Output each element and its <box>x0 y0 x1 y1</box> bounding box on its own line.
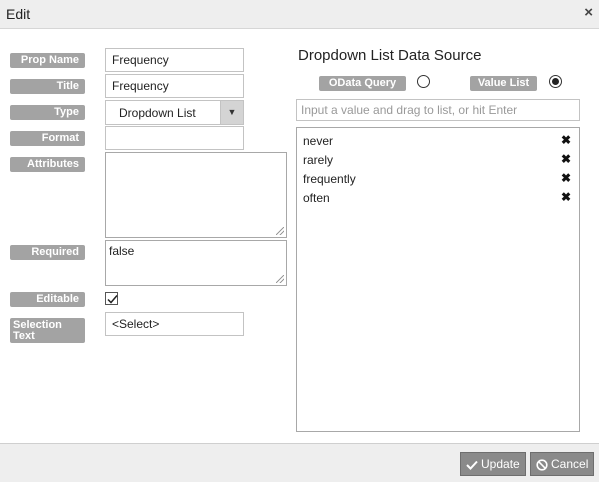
type-label: Type <box>10 105 85 120</box>
type-dropdown[interactable]: Dropdown List ▼ <box>105 100 244 125</box>
prop-name-label: Prop Name <box>10 53 85 68</box>
dialog-titlebar: Edit × <box>0 0 599 29</box>
value-list-radio[interactable] <box>549 75 562 88</box>
required-label: Required <box>10 245 85 260</box>
odata-query-radio[interactable] <box>417 75 430 88</box>
required-value: false <box>109 244 135 258</box>
required-textarea[interactable]: false <box>105 240 287 286</box>
selection-text-input[interactable] <box>105 312 244 336</box>
resize-grip-icon[interactable] <box>276 227 284 235</box>
attributes-label: Attributes <box>10 157 85 172</box>
remove-icon[interactable]: ✖ <box>561 133 571 147</box>
update-button-label: Update <box>481 457 520 471</box>
dialog-footer: Update Cancel <box>0 443 599 482</box>
format-label: Format <box>10 131 85 146</box>
list-item[interactable]: frequently ✖ <box>297 169 579 188</box>
cancel-button-label: Cancel <box>551 457 589 471</box>
type-selected-value: Dropdown List <box>119 106 196 120</box>
title-label: Title <box>10 79 85 94</box>
value-list-input[interactable] <box>296 99 580 121</box>
ban-icon <box>536 459 548 471</box>
list-item[interactable]: never ✖ <box>297 131 579 150</box>
close-icon[interactable]: × <box>584 4 593 22</box>
format-input[interactable] <box>105 126 244 150</box>
radio-selected-dot <box>552 78 559 85</box>
check-icon <box>466 460 478 470</box>
list-item-text: often <box>303 191 330 205</box>
list-item[interactable]: rarely ✖ <box>297 150 579 169</box>
checkmark-icon <box>107 295 118 304</box>
value-list-label: Value List <box>470 76 537 91</box>
attributes-textarea[interactable] <box>105 152 287 238</box>
odata-query-label: OData Query <box>319 76 406 91</box>
editable-label: Editable <box>10 292 85 307</box>
cancel-button[interactable]: Cancel <box>530 452 595 476</box>
remove-icon[interactable]: ✖ <box>561 171 571 185</box>
remove-icon[interactable]: ✖ <box>561 190 571 204</box>
list-item-text: rarely <box>303 153 334 167</box>
value-list: never ✖ rarely ✖ frequently ✖ often ✖ <box>296 127 580 432</box>
list-item-text: frequently <box>303 172 356 186</box>
data-source-title: Dropdown List Data Source <box>298 47 482 64</box>
list-item-text: never <box>303 134 334 148</box>
selection-text-label: Selection Text <box>10 318 85 343</box>
title-input[interactable] <box>105 74 244 98</box>
list-item[interactable]: often ✖ <box>297 188 579 207</box>
prop-name-input[interactable] <box>105 48 244 72</box>
dialog-title: Edit <box>6 6 31 22</box>
update-button[interactable]: Update <box>460 452 526 476</box>
editable-checkbox[interactable] <box>105 292 118 305</box>
remove-icon[interactable]: ✖ <box>561 152 571 166</box>
resize-grip-icon[interactable] <box>276 275 284 283</box>
chevron-down-icon[interactable]: ▼ <box>220 101 243 124</box>
